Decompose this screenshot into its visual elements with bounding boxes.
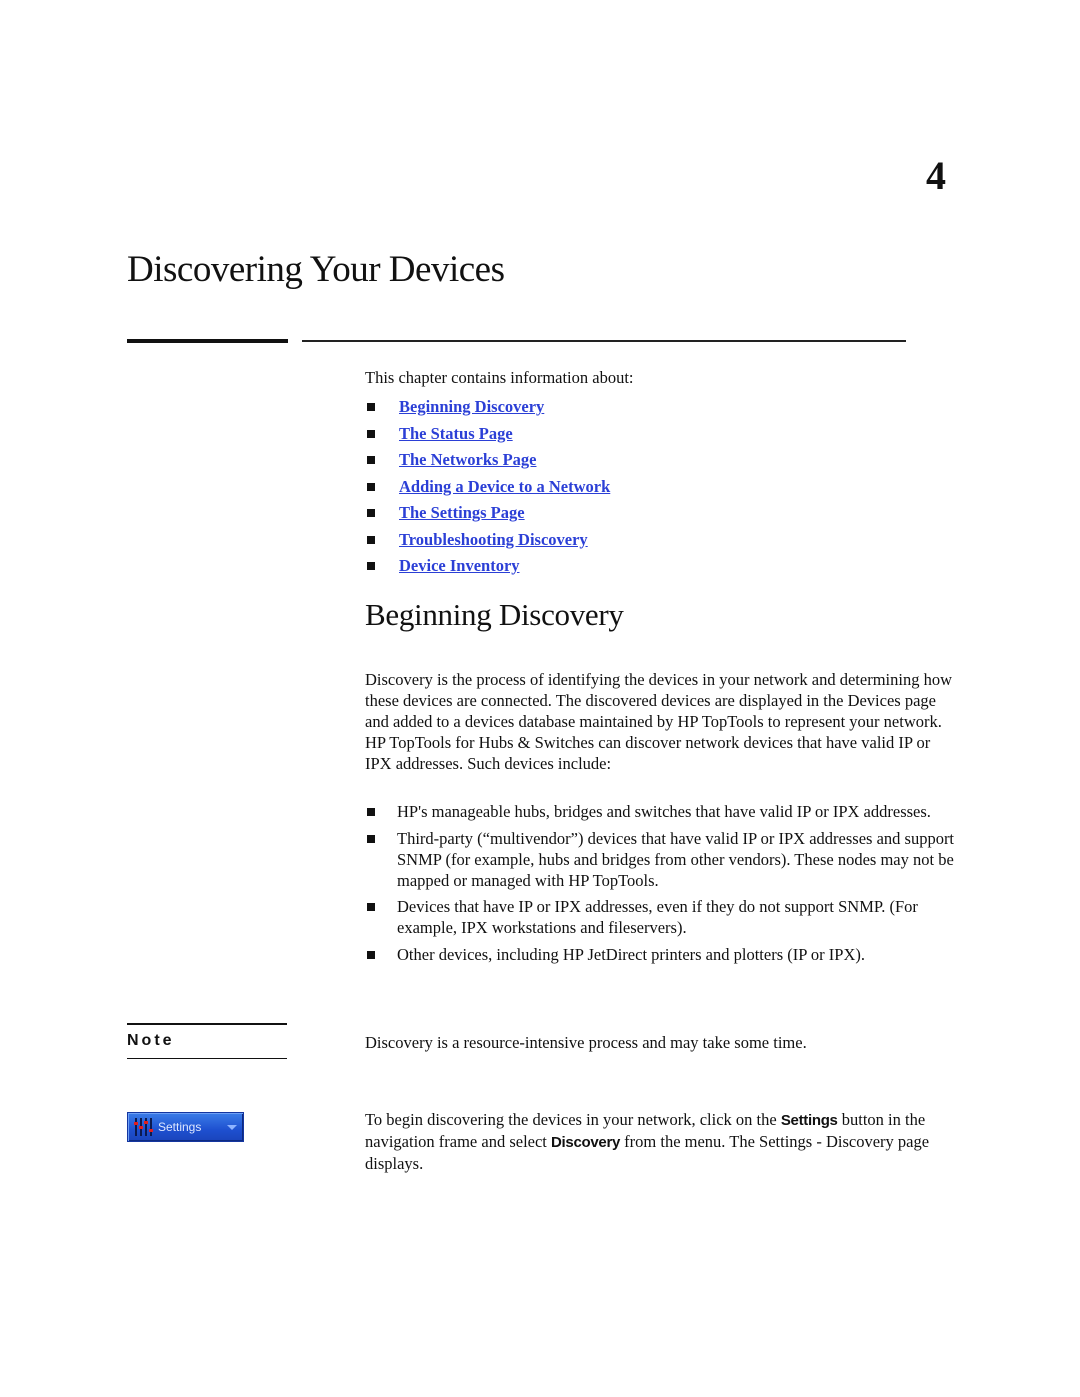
chapter-number: 4 xyxy=(926,153,946,198)
bullet-icon xyxy=(367,482,375,491)
list-item: Other devices, including HP JetDirect pr… xyxy=(365,944,955,965)
sliders-icon xyxy=(133,1117,155,1137)
ui-term-settings: Settings xyxy=(780,1112,838,1129)
note-rule-top xyxy=(127,1023,287,1025)
instructions-paragraph: To begin discovering the devices in your… xyxy=(365,1109,955,1174)
list-item-text: Third-party (“multivendor”) devices that… xyxy=(397,828,955,890)
toc-item: The Networks Page xyxy=(365,447,610,474)
list-item: HP's manageable hubs, bridges and switch… xyxy=(365,801,955,822)
toc-link-settings-page[interactable]: The Settings Page xyxy=(399,503,525,523)
instructions-text: To begin discovering the devices in your… xyxy=(365,1110,781,1129)
chapter-toc: Beginning Discovery The Status Page The … xyxy=(365,394,610,580)
bullet-icon xyxy=(367,834,375,843)
list-item: Third-party (“multivendor”) devices that… xyxy=(365,828,955,891)
toc-item: Troubleshooting Discovery xyxy=(365,527,610,554)
note-text: Discovery is a resource-intensive proces… xyxy=(365,1033,807,1052)
device-types-list: HP's manageable hubs, bridges and switch… xyxy=(365,801,955,970)
list-item-text: Devices that have IP or IPX addresses, e… xyxy=(397,897,918,937)
bullet-icon xyxy=(367,950,375,959)
toc-link-networks-page[interactable]: The Networks Page xyxy=(399,450,536,470)
chapter-title: Discovering Your Devices xyxy=(127,249,505,290)
toc-link-beginning-discovery[interactable]: Beginning Discovery xyxy=(399,397,544,417)
toc-item: The Settings Page xyxy=(365,500,610,527)
section-title: Beginning Discovery xyxy=(365,597,624,632)
dropdown-arrow-icon xyxy=(227,1124,237,1130)
ui-term-discovery: Discovery xyxy=(551,1134,621,1151)
list-item-text: Other devices, including HP JetDirect pr… xyxy=(397,944,866,964)
section-paragraph: Discovery is the process of identifying … xyxy=(365,670,952,773)
settings-button[interactable]: Settings xyxy=(127,1112,244,1142)
settings-button-label: Settings xyxy=(158,1120,202,1134)
bullet-icon xyxy=(367,903,375,911)
toc-link-device-inventory[interactable]: Device Inventory xyxy=(399,556,520,576)
bullet-icon xyxy=(367,429,375,438)
list-item-text: HP's manageable hubs, bridges and switch… xyxy=(397,802,931,821)
note-label: Note xyxy=(127,1032,175,1049)
toc-link-adding-device[interactable]: Adding a Device to a Network xyxy=(399,477,610,497)
bullet-icon xyxy=(367,535,375,544)
list-item: Devices that have IP or IPX addresses, e… xyxy=(365,896,955,938)
bullet-icon xyxy=(367,403,375,412)
intro-text: This chapter contains information about: xyxy=(365,368,634,387)
bullet-icon xyxy=(367,456,375,465)
toc-item: Adding a Device to a Network xyxy=(365,474,610,501)
bullet-icon xyxy=(367,808,375,816)
bullet-icon xyxy=(367,509,375,518)
toc-link-status-page[interactable]: The Status Page xyxy=(399,424,513,444)
toc-item: Beginning Discovery xyxy=(365,394,610,421)
toc-link-troubleshooting[interactable]: Troubleshooting Discovery xyxy=(399,530,588,550)
toc-item: Device Inventory xyxy=(365,553,610,580)
note-rule-bottom xyxy=(127,1058,287,1059)
toc-item: The Status Page xyxy=(365,421,610,448)
title-rule-left xyxy=(127,339,288,343)
title-rule-right xyxy=(302,340,906,342)
bullet-icon xyxy=(367,562,375,571)
